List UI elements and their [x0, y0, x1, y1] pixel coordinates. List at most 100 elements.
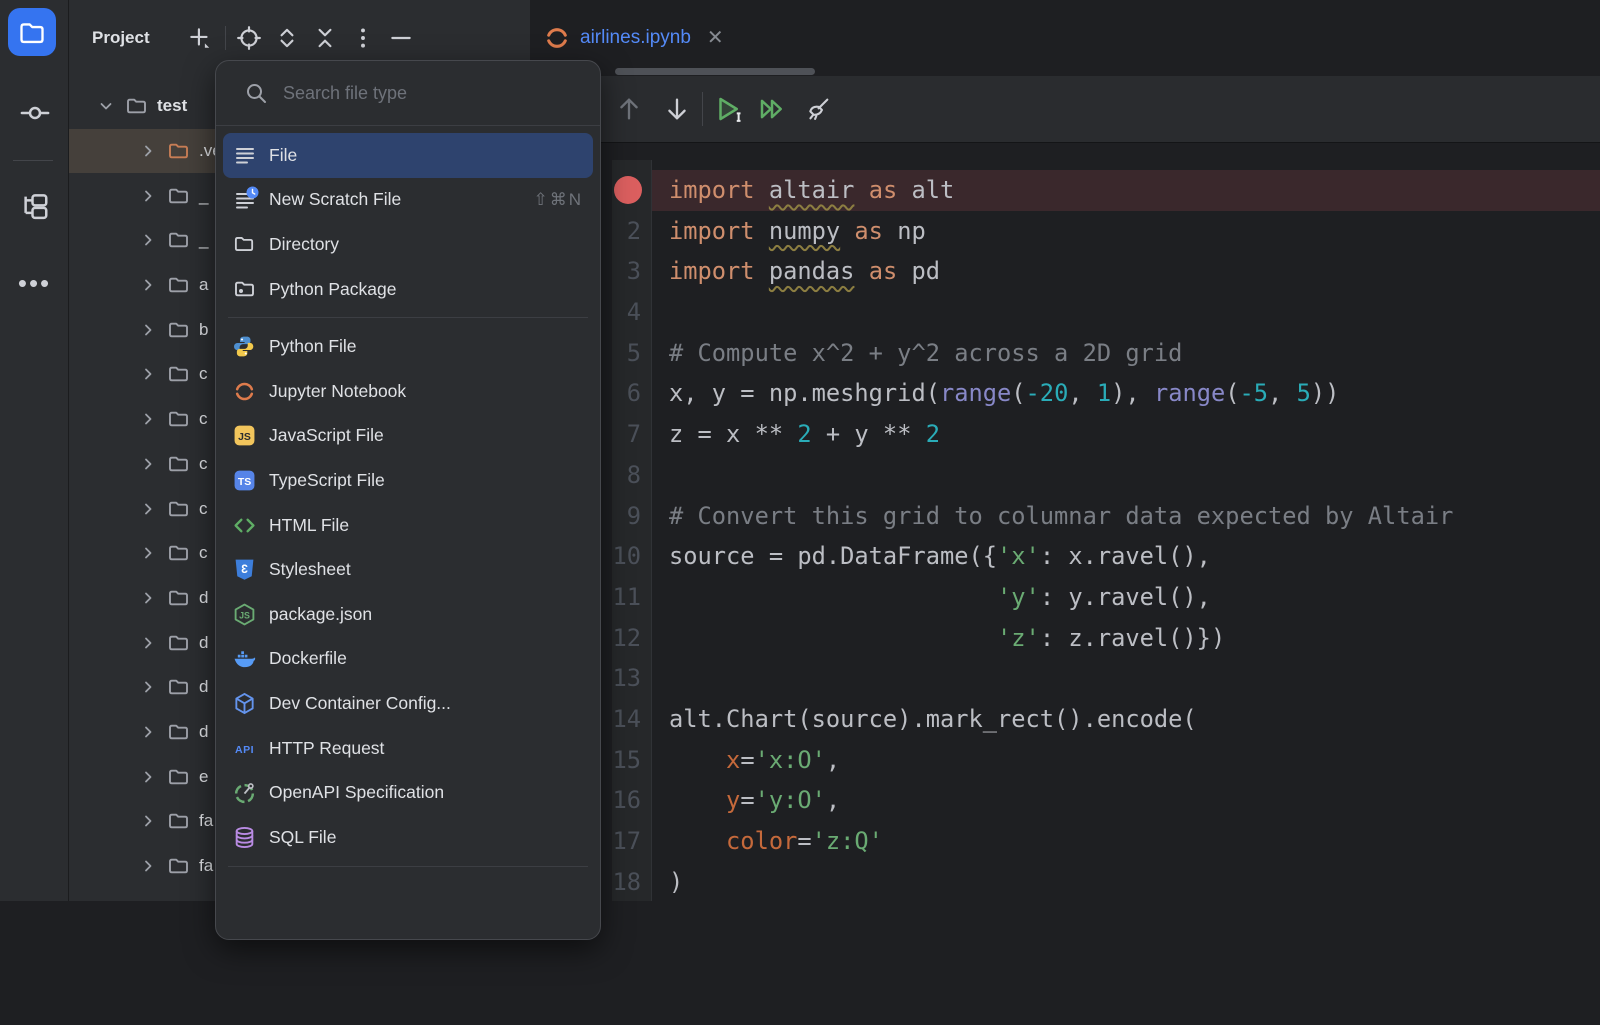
scratch-file-icon — [233, 188, 256, 211]
menu-item-dockerfile[interactable]: Dockerfile — [223, 637, 593, 682]
chevron-icon[interactable] — [139, 276, 157, 294]
menu-item-typescript-file[interactable]: TS TypeScript File — [223, 458, 593, 503]
tree-row-label: e — [199, 767, 208, 787]
chevron-icon[interactable] — [139, 857, 157, 875]
expand-all-icon[interactable] — [272, 23, 302, 53]
menu-item-package-json[interactable]: JS package.json — [223, 592, 593, 637]
chevron-icon[interactable] — [139, 500, 157, 518]
folder-icon — [166, 630, 191, 655]
commit-icon[interactable] — [0, 98, 69, 128]
chevron-icon[interactable] — [139, 231, 157, 249]
chevron-icon[interactable] — [139, 589, 157, 607]
code-line[interactable]: 18 ) — [530, 862, 1600, 903]
code-line[interactable]: 12 'z': z.ravel()}) — [530, 618, 1600, 659]
code-line[interactable]: 5 # Compute x^2 + y^2 across a 2D grid — [530, 333, 1600, 374]
toolbar-divider — [702, 92, 703, 126]
chevron-icon[interactable] — [139, 187, 157, 205]
chevron-icon[interactable] — [139, 634, 157, 652]
code-line[interactable]: 3 import pandas as pd — [530, 251, 1600, 292]
tree-row-label: d — [199, 722, 208, 742]
menu-item-new-scratch-file[interactable]: New Scratch File ⇧⌘N — [223, 178, 593, 223]
chevron-icon[interactable] — [139, 544, 157, 562]
tab-label: airlines.ipynb — [580, 27, 691, 49]
hide-panel-icon[interactable] — [386, 23, 416, 53]
chevron-icon[interactable] — [139, 321, 157, 339]
menu-item-javascript-file[interactable]: JS JavaScript File — [223, 414, 593, 459]
folder-icon — [166, 407, 191, 432]
python-icon — [233, 335, 256, 358]
code-line-text: x='x:O', — [669, 740, 840, 781]
menu-item-python-file[interactable]: Python File — [223, 324, 593, 369]
chevron-icon[interactable] — [139, 455, 157, 473]
code-area[interactable]: import altair as alt 2 import numpy as n… — [530, 143, 1600, 901]
svg-text:JS: JS — [239, 610, 250, 620]
menu-item-label: Directory — [269, 234, 339, 255]
move-cell-down-icon[interactable] — [660, 92, 694, 126]
menu-item-http-request[interactable]: API HTTP Request — [223, 726, 593, 771]
code-line[interactable]: 17 color='z:Q' — [530, 821, 1600, 862]
chevron-icon[interactable] — [139, 678, 157, 696]
code-editor[interactable]: import altair as alt 2 import numpy as n… — [530, 170, 1600, 902]
search-input[interactable] — [281, 82, 565, 105]
menu-item-sql-file[interactable]: SQL File — [223, 815, 593, 860]
tree-row-label: test — [157, 96, 187, 116]
menu-item-openapi-specification[interactable]: OpenAPI Specification — [223, 770, 593, 815]
project-tool-button[interactable] — [8, 8, 56, 56]
run-all-cells-icon[interactable] — [755, 92, 789, 126]
sql-icon — [233, 826, 256, 849]
chevron-icon[interactable] — [139, 768, 157, 786]
more-tools-icon[interactable]: ••• — [0, 268, 69, 299]
code-line[interactable]: 4 — [530, 292, 1600, 333]
collapse-all-icon[interactable] — [310, 23, 340, 53]
options-kebab-icon[interactable] — [348, 23, 378, 53]
svg-text:JS: JS — [238, 432, 251, 443]
run-cell-icon[interactable] — [711, 92, 745, 126]
code-line[interactable]: 15 x='x:O', — [530, 740, 1600, 781]
menu-item-stylesheet[interactable]: 3 Stylesheet — [223, 547, 593, 592]
menu-item-directory[interactable]: Directory — [223, 222, 593, 267]
code-line[interactable]: 16 y='y:O', — [530, 780, 1600, 821]
code-line[interactable]: 11 'y': y.ravel(), — [530, 577, 1600, 618]
code-line[interactable]: 2 import numpy as np — [530, 211, 1600, 252]
chevron-icon[interactable] — [139, 365, 157, 383]
code-line[interactable]: 9 # Convert this grid to columnar data e… — [530, 496, 1600, 537]
locate-icon[interactable] — [234, 23, 264, 53]
code-line[interactable]: 6 x, y = np.meshgrid(range(-20, 1), rang… — [530, 373, 1600, 414]
typescript-icon: TS — [233, 469, 256, 492]
tree-row-label: c — [199, 543, 208, 563]
code-line-text: 'z': z.ravel()}) — [669, 618, 1225, 659]
openapi-icon — [233, 781, 256, 804]
code-line[interactable]: 8 — [530, 455, 1600, 496]
code-line-text: ) — [669, 862, 683, 903]
dev-container-icon — [233, 692, 256, 715]
code-line[interactable]: 10 source = pd.DataFrame({'x': x.ravel()… — [530, 536, 1600, 577]
folder-icon — [166, 809, 191, 834]
code-line-text: import pandas as pd — [669, 251, 940, 292]
structure-icon[interactable] — [0, 191, 69, 221]
code-line[interactable]: 14 alt.Chart(source).mark_rect().encode( — [530, 699, 1600, 740]
menu-item-jupyter-notebook[interactable]: Jupyter Notebook — [223, 369, 593, 414]
tab-strip-scrollbar[interactable] — [615, 68, 815, 75]
chevron-icon[interactable] — [139, 723, 157, 741]
tree-row-label: a — [199, 275, 208, 295]
menu-item-python-package[interactable]: Python Package — [223, 267, 593, 312]
move-cell-up-icon[interactable] — [612, 92, 646, 126]
menu-item-file[interactable]: File — [223, 133, 593, 178]
code-line[interactable]: 13 — [530, 658, 1600, 699]
chevron-icon[interactable] — [139, 410, 157, 428]
menu-separator — [228, 866, 588, 867]
add-icon[interactable] — [185, 23, 215, 53]
menu-item-dev-container-config[interactable]: Dev Container Config... — [223, 681, 593, 726]
menu-item-label: Python File — [269, 336, 357, 357]
breakpoint-icon[interactable] — [614, 176, 642, 204]
tab-close-icon[interactable]: ✕ — [707, 28, 724, 48]
chevron-icon[interactable] — [139, 142, 157, 160]
clear-outputs-icon[interactable] — [801, 92, 835, 126]
code-line[interactable]: import altair as alt — [530, 170, 1600, 211]
menu-item-html-file[interactable]: HTML File — [223, 503, 593, 548]
chevron-icon[interactable] — [97, 97, 115, 115]
chevron-icon[interactable] — [139, 812, 157, 830]
code-line[interactable]: 7 z = x ** 2 + y ** 2 — [530, 414, 1600, 455]
menu-item-label: HTML File — [269, 515, 349, 536]
directory-icon — [233, 233, 256, 256]
